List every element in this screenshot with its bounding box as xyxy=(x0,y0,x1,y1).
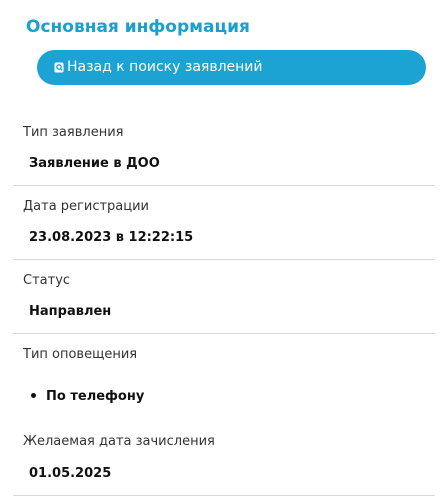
field-label: Тип оповещения xyxy=(23,347,138,362)
back-to-search-label: Назад к поиску заявлений xyxy=(67,59,263,75)
section-title: Основная информация xyxy=(26,17,250,37)
field-value: 23.08.2023 в 12:22:15 xyxy=(29,230,194,245)
field-label: Тип заявления xyxy=(23,125,124,140)
list-item-label: По телефону xyxy=(46,389,145,404)
field-value: 01.05.2025 xyxy=(29,466,112,481)
divider xyxy=(13,495,435,496)
divider xyxy=(13,333,435,334)
field-label: Статус xyxy=(23,273,71,288)
field-value: Заявление в ДОО xyxy=(29,156,160,171)
divider xyxy=(13,185,435,186)
search-document-icon xyxy=(54,62,64,73)
divider xyxy=(13,259,435,260)
list-item: По телефону xyxy=(31,389,144,405)
back-to-search-button[interactable]: Назад к поиску заявлений xyxy=(37,50,426,85)
field-label: Дата регистрации xyxy=(23,199,150,214)
field-label: Желаемая дата зачисления xyxy=(23,434,215,449)
bullet-icon xyxy=(31,393,36,398)
field-value: Направлен xyxy=(29,304,112,319)
